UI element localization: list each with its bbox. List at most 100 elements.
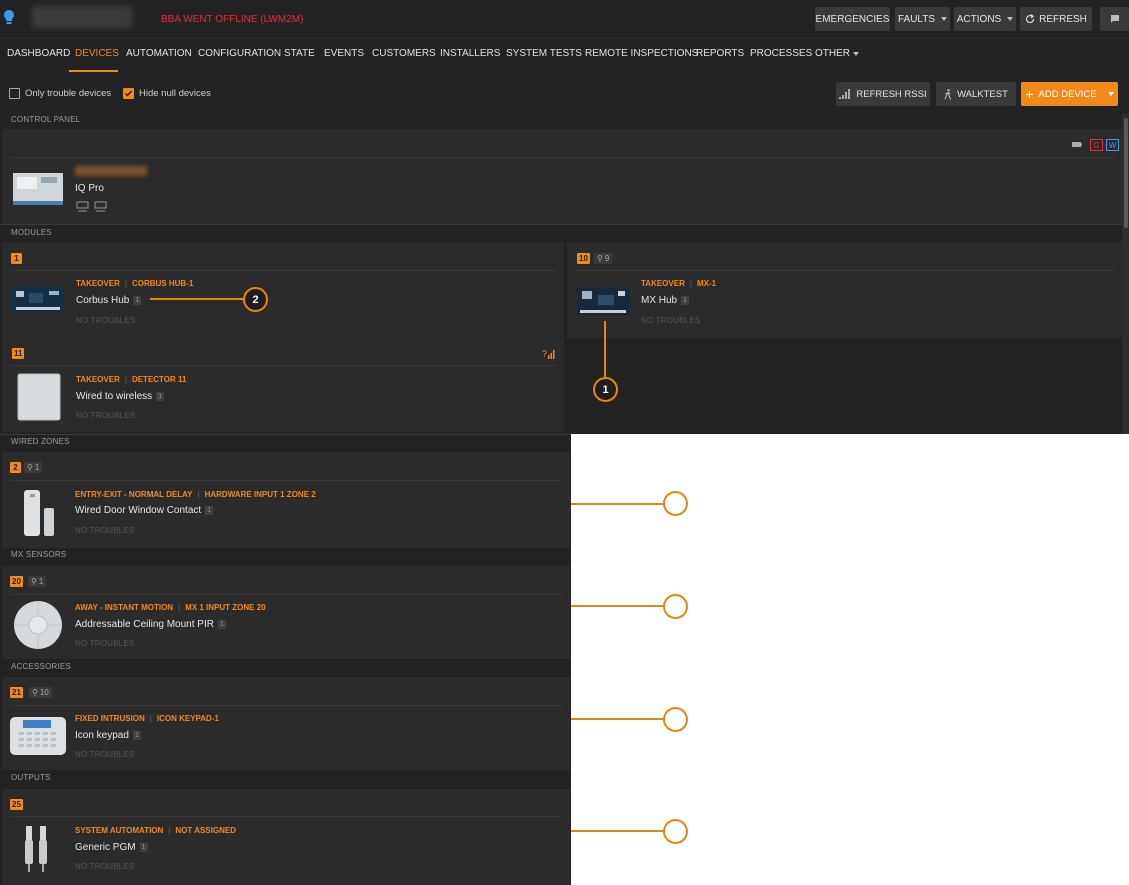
section-accessories: ACCESSORIES: [11, 662, 71, 671]
separator: |: [124, 375, 127, 384]
signal-strength: ⚲ 10: [29, 687, 52, 698]
control-panel-name: IQ Pro: [75, 183, 104, 194]
tab-events[interactable]: EVENTS: [324, 48, 364, 59]
refresh-button[interactable]: REFRESH: [1020, 7, 1092, 31]
device-category: FIXED INTRUSION | ICON KEYPAD-1: [75, 714, 219, 723]
corbus-hub-image: [12, 287, 64, 313]
only-trouble-checkbox[interactable]: [9, 88, 20, 99]
device-category: TAKEOVER | CORBUS HUB-1: [76, 279, 193, 288]
wired-zone-card[interactable]: 2 ⚲ 1 ENTRY-EXIT - NORMAL DELAY | HARDWARE …: [2, 452, 570, 548]
walking-person-icon: [944, 88, 952, 100]
device-count: 1: [139, 843, 148, 852]
wired-connection-icon: [94, 201, 107, 212]
refresh-rssi-button[interactable]: REFRESH RSSI: [836, 82, 930, 106]
device-status: NO TROUBLES: [75, 750, 135, 759]
tab-customers[interactable]: CUSTOMERS: [372, 48, 436, 59]
pgm-connector-image: [25, 826, 47, 872]
tab-system-tests[interactable]: SYSTEM TESTS: [506, 48, 582, 59]
tab-reports[interactable]: REPORTS: [696, 48, 744, 59]
callout-line: [571, 605, 664, 607]
actions-button[interactable]: ACTIONS: [954, 7, 1016, 31]
callout-marker: [663, 707, 688, 732]
device-name-text: Wired to wireless: [76, 391, 153, 402]
separator: |: [168, 826, 171, 835]
module-card-corbus-hub[interactable]: 1 TAKEOVER | CORBUS HUB-1 Corbus Hub 1 NO T…: [2, 242, 564, 338]
faults-button[interactable]: FAULTS: [895, 7, 950, 31]
refresh-label: REFRESH: [1039, 13, 1087, 25]
scrollbar-thumb[interactable]: [1124, 118, 1128, 228]
tab-remote-inspections[interactable]: REMOTE INSPECTIONS: [585, 48, 698, 59]
signal-icon: ⚲: [32, 688, 38, 697]
device-status: NO TROUBLES: [641, 316, 701, 325]
tab-automation[interactable]: AUTOMATION: [126, 48, 192, 59]
accessory-card[interactable]: 21 ⚲ 10 FIXED INTRUSION | ICON KEYPAD-1 Ico…: [2, 677, 570, 770]
category-text: TAKEOVER: [76, 279, 120, 288]
door-window-contact-image: [24, 490, 54, 536]
signal-value: 1: [34, 463, 40, 472]
callout-marker: [663, 594, 688, 619]
tab-installers[interactable]: INSTALLERS: [440, 48, 500, 59]
section-outputs: OUTPUTS: [11, 773, 51, 782]
tab-other[interactable]: OTHER: [815, 48, 859, 59]
section-modules: MODULES: [11, 228, 52, 237]
lightbulb-icon[interactable]: [4, 10, 14, 24]
location-text: HARDWARE INPUT 1 ZONE 2: [204, 490, 316, 499]
module-card-wired-to-wireless[interactable]: 11 ? TAKEOVER | DETECTOR 11 Wired to wirel…: [2, 338, 564, 432]
module-card-mx-hub[interactable]: 10 ⚲ 9 TAKEOVER | MX-1 MX Hub 1 NO TROUBLES: [567, 242, 1122, 338]
device-name-text: Icon keypad: [75, 730, 129, 741]
w-flag: W: [1106, 139, 1119, 151]
faults-label: FAULTS: [897, 13, 936, 25]
device-name: Generic PGM 1: [75, 842, 148, 853]
device-count: 1: [132, 731, 141, 740]
tab-dashboard[interactable]: DASHBOARD: [7, 48, 70, 59]
output-card[interactable]: 25 SYSTEM AUTOMATION | NOT ASSIGNED Generi…: [2, 789, 570, 885]
control-panel-card[interactable]: G W IQ Pro: [2, 129, 1122, 224]
signal-icon: ⚲: [27, 463, 33, 472]
signal-icon: ⚲: [597, 254, 603, 263]
tab-processes[interactable]: PROCESSES: [750, 48, 812, 59]
only-trouble-label: Only trouble devices: [25, 88, 112, 99]
card-divider: [10, 816, 562, 817]
checkmark-icon: [125, 90, 133, 97]
section-mx-sensors: MX SENSORS: [11, 550, 67, 559]
device-status: NO TROUBLES: [76, 316, 136, 325]
g-flag: G: [1090, 139, 1103, 151]
walktest-button[interactable]: WALKTEST: [936, 82, 1016, 106]
panel-serial-blurred: [75, 166, 147, 176]
hide-null-checkbox[interactable]: [123, 88, 134, 99]
chevron-down-icon: [853, 52, 859, 56]
location-text: MX-1: [696, 279, 717, 288]
emergencies-button[interactable]: EMERGENCIES: [815, 7, 890, 31]
device-category: AWAY - INSTANT MOTION | MX 1 INPUT ZONE 20: [75, 603, 266, 612]
tab-configuration[interactable]: CONFIGURATION: [198, 48, 281, 59]
battery-icon: [1072, 142, 1082, 147]
device-count: 1: [681, 296, 690, 305]
tab-other-label: OTHER: [815, 48, 850, 59]
tab-devices[interactable]: DEVICES: [75, 48, 119, 59]
device-name: Corbus Hub 1: [76, 295, 142, 306]
device-number-badge: 1: [11, 253, 22, 264]
callout-marker: [663, 491, 688, 516]
hide-null-label: Hide null devices: [139, 88, 211, 99]
device-count: 1: [156, 392, 165, 401]
unknown-signal-icon: ?: [542, 349, 555, 359]
device-category: SYSTEM AUTOMATION | NOT ASSIGNED: [75, 826, 236, 835]
card-divider: [10, 157, 1114, 158]
refresh-rssi-label: REFRESH RSSI: [856, 88, 927, 100]
location-text: CORBUS HUB-1: [131, 279, 194, 288]
walktest-label: WALKTEST: [957, 88, 1008, 100]
chat-button[interactable]: [1100, 7, 1129, 31]
separator: |: [689, 279, 692, 288]
section-wired-zones: WIRED ZONES: [11, 437, 70, 446]
top-bar: BBA WENT OFFLINE (LWM2M) EMERGENCIES FAU…: [0, 0, 1129, 38]
svg-text:?: ?: [542, 349, 547, 359]
signal-value: 10: [39, 688, 49, 697]
tab-state[interactable]: STATE: [284, 48, 315, 59]
card-divider: [10, 705, 562, 706]
separator: |: [149, 714, 152, 723]
callout-line: [571, 718, 664, 720]
add-device-button[interactable]: + ADD DEVICE: [1021, 82, 1118, 106]
mx-sensor-card[interactable]: 20 ⚲ 1 AWAY - INSTANT MOTION | MX 1 INPUT Z…: [2, 566, 570, 659]
callout-1-marker: 1: [593, 377, 618, 402]
location-text: MX 1 INPUT ZONE 20: [185, 603, 266, 612]
